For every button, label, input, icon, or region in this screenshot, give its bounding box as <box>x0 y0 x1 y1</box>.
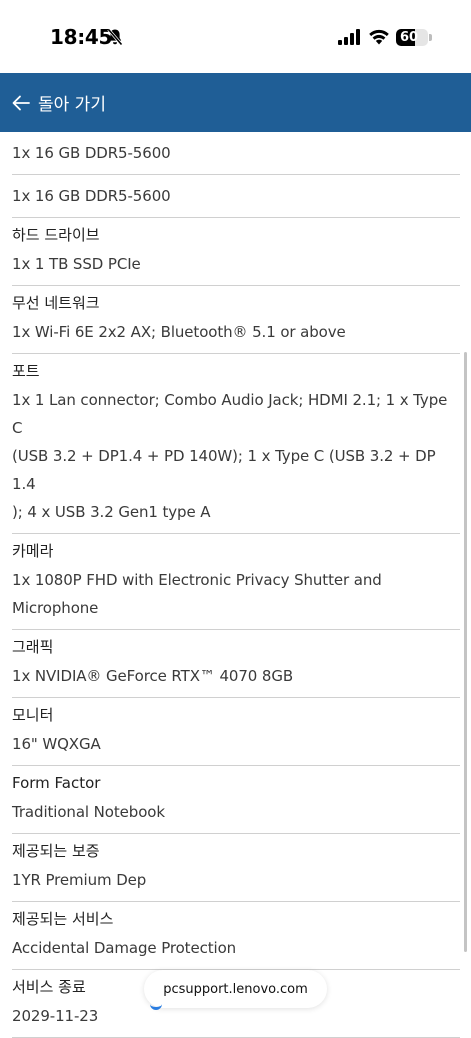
spec-row: 1x 16 GB DDR5-5600 <box>12 132 460 175</box>
address-bar[interactable]: pcsupport.lenovo.com <box>144 970 327 1008</box>
spec-value-line: Microphone <box>12 599 99 617</box>
spec-value-line: (USB 3.2 + DP1.4 + PD 140W); 1 x Type C … <box>12 447 436 493</box>
spec-value: 1x 16 GB DDR5-5600 <box>12 139 460 167</box>
spec-row: 무선 네트워크 1x Wi-Fi 6E 2x2 AX; Bluetooth® 5.… <box>12 286 460 354</box>
arrow-left-icon <box>12 95 30 110</box>
wifi-icon <box>369 29 389 45</box>
spec-value: 1YR Premium Dep <box>12 866 460 894</box>
spec-value: 1x NVIDIA® GeForce RTX™ 4070 8GB <box>12 662 460 690</box>
spec-row: 하드 드라이브 1x 1 TB SSD PCIe <box>12 218 460 286</box>
spec-label: 그래픽 <box>12 638 54 656</box>
spec-row: 모니터 16" WQXGA <box>12 698 460 766</box>
spec-value-line: 1x 16 GB DDR5-5600 <box>12 144 171 162</box>
spec-value-line: ); 4 x USB 3.2 Gen1 type A <box>12 503 211 521</box>
spec-label: Form Factor <box>12 774 101 792</box>
scrollbar[interactable] <box>464 352 467 952</box>
spec-value: 1x 1080P FHD with Electronic Privacy Shu… <box>12 566 460 622</box>
spec-value: Accidental Damage Protection <box>12 934 460 962</box>
spec-value-line: 1x NVIDIA® GeForce RTX™ 4070 8GB <box>12 667 294 685</box>
spec-row: 카메라 1x 1080P FHD with Electronic Privacy … <box>12 534 460 630</box>
spec-row: 그래픽 1x NVIDIA® GeForce RTX™ 4070 8GB <box>12 630 460 698</box>
battery-icon: 60 <box>396 29 428 46</box>
spec-value-line: 16" WQXGA <box>12 735 101 753</box>
spec-label: 제공되는 보증 <box>12 842 100 860</box>
back-button[interactable]: 돌아 가기 <box>12 90 106 115</box>
spec-value-line: 1x 1 Lan connector; Combo Audio Jack; HD… <box>12 391 448 437</box>
spec-value-line: 1x Wi-Fi 6E 2x2 AX; Bluetooth® 5.1 or ab… <box>12 323 346 341</box>
status-bar: 18:45 60 <box>0 0 471 73</box>
spec-value: 1x 16 GB DDR5-5600 <box>12 182 460 210</box>
spec-value-line: 1x 16 GB DDR5-5600 <box>12 187 171 205</box>
spec-row: 포트 1x 1 Lan connector; Combo Audio Jack; … <box>12 354 460 534</box>
spec-value: 1x 1 Lan connector; Combo Audio Jack; HD… <box>12 386 460 526</box>
spec-row: 제공되는 서비스 Accidental Damage Protection <box>12 902 460 970</box>
spec-value: Traditional Notebook <box>12 798 460 826</box>
spec-value: 1x Wi-Fi 6E 2x2 AX; Bluetooth® 5.1 or ab… <box>12 318 460 346</box>
spec-value: 1x 1 TB SSD PCIe <box>12 250 460 278</box>
spec-value-line: 1YR Premium Dep <box>12 871 147 889</box>
battery-tip <box>429 34 432 41</box>
spec-label: 카메라 <box>12 542 54 560</box>
spec-row: 1x 16 GB DDR5-5600 <box>12 175 460 218</box>
cellular-signal-icon <box>338 29 360 45</box>
spec-value-line: Accidental Damage Protection <box>12 939 237 957</box>
url-text: pcsupport.lenovo.com <box>163 981 308 997</box>
spec-label: 하드 드라이브 <box>12 226 100 244</box>
app-header: 돌아 가기 <box>0 73 471 132</box>
spec-label: 모니터 <box>12 706 54 724</box>
spec-list: 1x 16 GB DDR5-5600 1x 16 GB DDR5-5600 하드 드… <box>12 132 460 1038</box>
spec-label: 포트 <box>12 362 40 380</box>
spec-row: 제공되는 보증 1YR Premium Dep <box>12 834 460 902</box>
spec-value-line: Traditional Notebook <box>12 803 165 821</box>
spec-value-line: 1x 1080P FHD with Electronic Privacy Shu… <box>12 571 382 589</box>
back-label: 돌아 가기 <box>38 95 106 115</box>
spec-value-line: 1x 1 TB SSD PCIe <box>12 255 141 273</box>
spec-row: Form Factor Traditional Notebook <box>12 766 460 834</box>
battery-level: 60 <box>399 30 419 45</box>
spec-label: 제공되는 서비스 <box>12 910 114 928</box>
spec-label: 무선 네트워크 <box>12 294 100 312</box>
bell-off-icon <box>107 28 123 46</box>
spec-value: 16" WQXGA <box>12 730 460 758</box>
status-time: 18:45 <box>50 25 113 49</box>
